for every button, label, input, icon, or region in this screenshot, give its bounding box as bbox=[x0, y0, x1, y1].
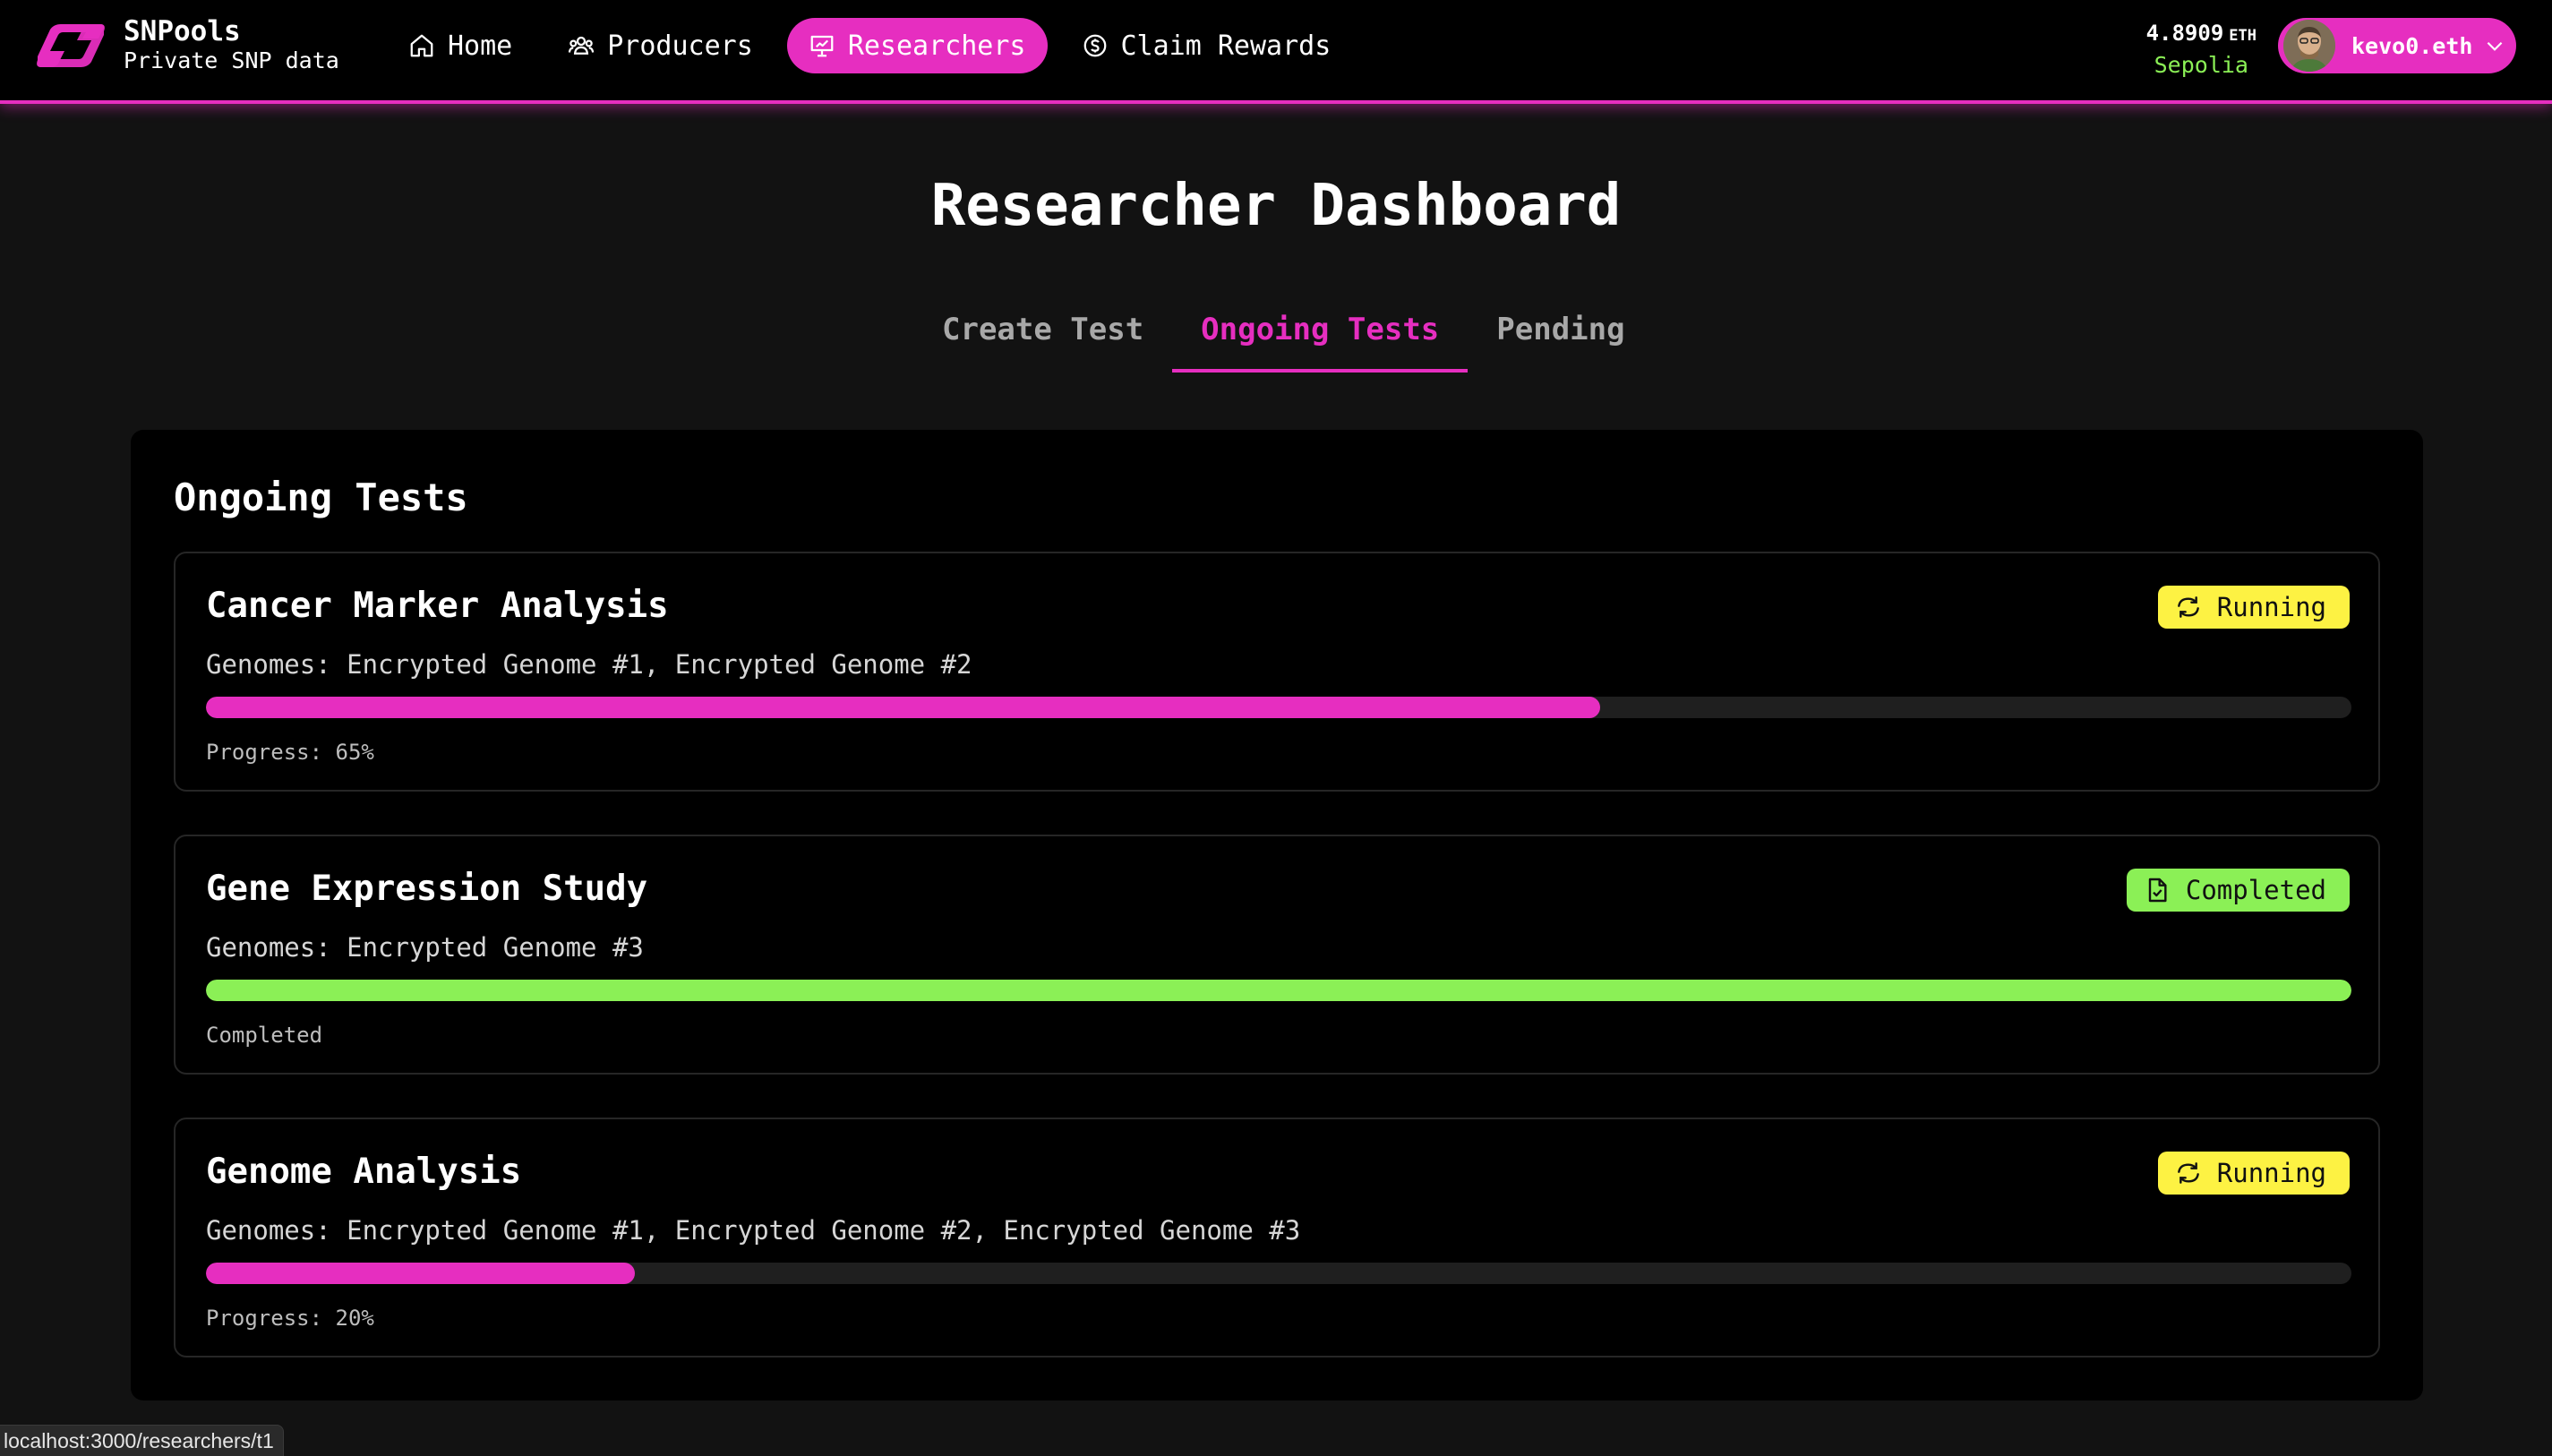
ongoing-tests-panel: Ongoing Tests Cancer Marker Analysis Run… bbox=[131, 430, 2423, 1400]
nav-item-label: Producers bbox=[607, 30, 753, 62]
account-name: kevo0.eth bbox=[2351, 32, 2473, 59]
users-icon bbox=[569, 36, 595, 55]
nav-item-researchers[interactable]: Researchers bbox=[786, 18, 1048, 73]
tab-pending[interactable]: Pending bbox=[1468, 301, 1653, 373]
snpools-logo-icon bbox=[37, 24, 105, 67]
brand-tagline: Private SNP data bbox=[124, 47, 339, 73]
nav-item-home[interactable]: Home bbox=[387, 18, 534, 73]
file-check-icon bbox=[2148, 878, 2167, 903]
genome-list: Genomes: Encrypted Genome #1, Encrypted … bbox=[206, 1215, 1301, 1246]
balance-amount: 4.8909 bbox=[2145, 21, 2224, 46]
genome-list: Genomes: Encrypted Genome #3 bbox=[206, 932, 644, 963]
tab-ongoing-tests[interactable]: Ongoing Tests bbox=[1172, 301, 1469, 373]
avatar bbox=[2283, 20, 2335, 72]
chevron-down-icon bbox=[2488, 41, 2503, 51]
nav-item-label: Claim Rewards bbox=[1120, 30, 1332, 62]
status-label: Running bbox=[2216, 592, 2326, 622]
genome-list: Genomes: Encrypted Genome #1, Encrypted … bbox=[206, 649, 972, 680]
status-badge: Completed bbox=[2126, 869, 2350, 912]
account-button[interactable]: kevo0.eth bbox=[2278, 18, 2516, 73]
refresh-icon bbox=[2177, 596, 2199, 618]
home-icon bbox=[410, 34, 433, 57]
nav-item-claim-rewards[interactable]: Claim Rewards bbox=[1060, 18, 1353, 73]
progress-fill bbox=[206, 980, 2351, 1001]
progress-text: Progress: 20% bbox=[206, 1306, 374, 1331]
wallet-balance: 4.8909 ETH Sepolia bbox=[2146, 20, 2257, 81]
progress-text: Progress: 65% bbox=[206, 740, 374, 765]
progress-fill bbox=[206, 1263, 636, 1284]
section-title: Ongoing Tests bbox=[174, 475, 468, 519]
main-nav: Home Producers Researchers Claim Rewards bbox=[387, 18, 1365, 73]
test-name: Genome Analysis bbox=[206, 1152, 522, 1192]
progress-bar bbox=[206, 1263, 2351, 1284]
brand-name: SNPools bbox=[124, 15, 241, 47]
dashboard-tabs: Create Test Ongoing Tests Pending bbox=[913, 301, 1654, 373]
status-label: Completed bbox=[2185, 875, 2326, 905]
status-label: Running bbox=[2216, 1158, 2326, 1188]
nav-item-label: Researchers bbox=[847, 30, 1026, 62]
page-title: Researcher Dashboard bbox=[930, 173, 1622, 239]
brand-link[interactable]: SNPools Private SNP data bbox=[32, 16, 339, 75]
test-name: Gene Expression Study bbox=[206, 869, 648, 909]
dollar-circle-icon bbox=[1083, 34, 1106, 57]
progress-text: Completed bbox=[206, 1023, 323, 1048]
nav-item-producers[interactable]: Producers bbox=[546, 18, 775, 73]
status-badge: Running bbox=[2157, 1152, 2350, 1195]
balance-unit: ETH bbox=[2229, 27, 2257, 45]
test-card[interactable]: Genome Analysis Running Genomes: Encrypt… bbox=[174, 1118, 2380, 1358]
link-preview-url: localhost:3000/researchers/t1 bbox=[0, 1425, 284, 1456]
presentation-chart-icon bbox=[810, 35, 834, 57]
status-badge: Running bbox=[2157, 586, 2350, 629]
test-name: Cancer Marker Analysis bbox=[206, 586, 669, 626]
test-card[interactable]: Cancer Marker Analysis Running Genomes: … bbox=[174, 552, 2380, 792]
progress-bar bbox=[206, 980, 2351, 1001]
refresh-icon bbox=[2177, 1162, 2199, 1184]
tab-create-test[interactable]: Create Test bbox=[913, 301, 1172, 373]
progress-bar bbox=[206, 697, 2351, 718]
nav-item-label: Home bbox=[448, 30, 513, 62]
progress-fill bbox=[206, 697, 1601, 718]
top-navbar: SNPools Private SNP data Home Producers … bbox=[0, 0, 2552, 104]
test-card[interactable]: Gene Expression Study Completed Genomes:… bbox=[174, 835, 2380, 1075]
network-name: Sepolia bbox=[2154, 52, 2248, 78]
